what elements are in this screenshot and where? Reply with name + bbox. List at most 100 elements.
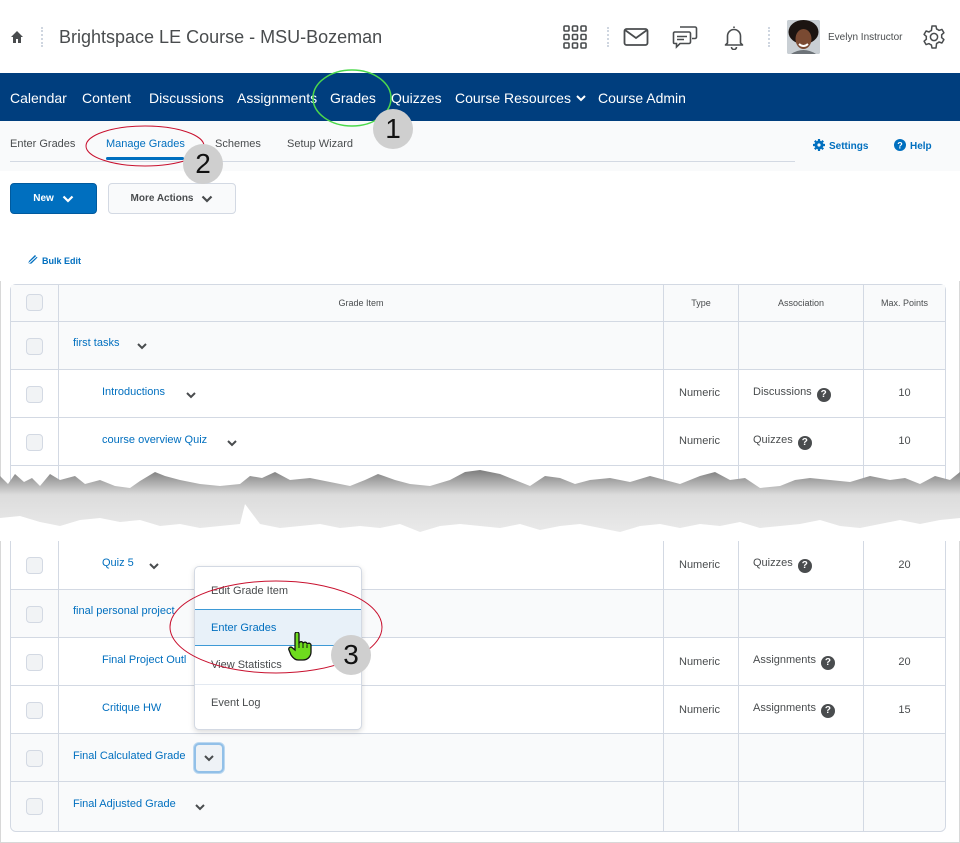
association-label: Quizzes bbox=[753, 434, 793, 446]
grade-item-link[interactable]: Final Calculated Grade bbox=[73, 750, 186, 762]
gear-icon bbox=[813, 139, 825, 151]
row-checkbox[interactable] bbox=[26, 654, 43, 671]
chevron-down-icon[interactable] bbox=[137, 343, 147, 350]
header-separator bbox=[41, 27, 43, 47]
tab-setup-wizard[interactable]: Setup Wizard bbox=[287, 138, 353, 150]
table-row: first tasks bbox=[11, 322, 945, 370]
final-calculated-grade-menu-button[interactable] bbox=[194, 743, 224, 773]
select-all-checkbox[interactable] bbox=[26, 294, 43, 311]
grade-item-link[interactable]: Final Adjusted Grade bbox=[73, 798, 176, 810]
help-icon[interactable]: ? bbox=[797, 559, 812, 573]
tab-schemes[interactable]: Schemes bbox=[215, 138, 261, 150]
help-link[interactable]: ? Help bbox=[894, 139, 932, 152]
help-icon: ? bbox=[894, 139, 906, 151]
bulk-edit-link[interactable]: Bulk Edit bbox=[26, 254, 81, 266]
association-value: Discussions? bbox=[753, 386, 831, 402]
nav-item-discussions[interactable]: Discussions bbox=[149, 90, 224, 106]
help-label: Help bbox=[910, 141, 932, 152]
gear-icon[interactable] bbox=[921, 24, 947, 50]
help-icon[interactable]: ? bbox=[797, 436, 812, 450]
bulk-edit-label: Bulk Edit bbox=[42, 256, 82, 266]
settings-label: Settings bbox=[829, 141, 869, 152]
max-points-value: 20 bbox=[898, 559, 911, 571]
table-row: Critique HW Numeric Assignments? 15 bbox=[11, 686, 945, 734]
row-checkbox[interactable] bbox=[26, 702, 43, 719]
max-points-value: 15 bbox=[898, 704, 911, 716]
menu-item-edit-grade-item[interactable]: Edit Grade Item bbox=[195, 573, 361, 610]
grade-item-link[interactable]: Quiz 5 bbox=[102, 557, 134, 569]
bell-icon[interactable] bbox=[721, 24, 747, 50]
column-header: Max. Points bbox=[864, 285, 945, 322]
column-header-max-points: Max. Points bbox=[880, 298, 929, 308]
help-icon[interactable]: ? bbox=[816, 388, 831, 402]
nav-item-grades[interactable]: Grades bbox=[330, 90, 376, 106]
settings-link[interactable]: Settings bbox=[813, 139, 868, 152]
association-value: Quizzes? bbox=[753, 434, 812, 450]
nav-item-calendar[interactable]: Calendar bbox=[10, 90, 67, 106]
row-checkbox[interactable] bbox=[26, 338, 43, 355]
mail-icon[interactable] bbox=[623, 24, 649, 50]
active-tab-indicator bbox=[106, 157, 184, 160]
row-checkbox[interactable] bbox=[26, 750, 43, 767]
max-points-value: 10 bbox=[898, 435, 911, 447]
row-checkbox[interactable] bbox=[26, 798, 43, 815]
table-row: Quiz 5 Numeric Quizzes? 20 bbox=[11, 541, 945, 590]
grade-item-link[interactable]: first tasks bbox=[73, 337, 119, 349]
grade-item-link[interactable]: course overview Quiz bbox=[102, 434, 207, 446]
grades-subnav: Enter Grades Manage Grades Schemes Setup… bbox=[0, 121, 960, 171]
chevron-down-icon[interactable] bbox=[227, 440, 237, 447]
association-value: Assignments? bbox=[753, 702, 835, 718]
chevron-down-icon bbox=[204, 755, 214, 762]
help-icon[interactable]: ? bbox=[820, 656, 835, 670]
menu-item-label: Edit Grade Item bbox=[211, 585, 289, 597]
nav-item-content[interactable]: Content bbox=[82, 90, 131, 106]
column-header: Association bbox=[739, 285, 864, 322]
association-label: Quizzes bbox=[753, 557, 793, 569]
nav-item-assignments[interactable]: Assignments bbox=[237, 90, 317, 106]
row-checkbox[interactable] bbox=[26, 606, 43, 623]
association-label: Assignments bbox=[753, 654, 816, 666]
toolbar: New More Actions Bulk Edit bbox=[0, 171, 960, 281]
column-header[interactable]: Grade Item bbox=[59, 285, 664, 322]
grade-item-link[interactable]: Critique HW bbox=[102, 702, 161, 714]
nav-item-quizzes[interactable]: Quizzes bbox=[391, 90, 442, 106]
chevron-down-icon[interactable] bbox=[149, 563, 159, 570]
help-icon[interactable]: ? bbox=[820, 704, 835, 718]
column-header: Type bbox=[664, 285, 739, 322]
user-name[interactable]: Evelyn Instructor bbox=[828, 32, 902, 43]
more-actions-label: More Actions bbox=[130, 193, 194, 204]
subnav-divider bbox=[10, 161, 795, 162]
association-value: Assignments? bbox=[753, 654, 835, 670]
column-header-association: Association bbox=[777, 298, 825, 308]
grade-item-link[interactable]: Final Project Outl bbox=[102, 654, 186, 666]
nav-item-course-resources[interactable]: Course Resources bbox=[455, 90, 586, 106]
table-row: Final Calculated Grade bbox=[11, 734, 945, 782]
new-button[interactable]: New bbox=[10, 183, 97, 214]
row-checkbox[interactable] bbox=[26, 434, 43, 451]
nav-item-course-admin[interactable]: Course Admin bbox=[598, 90, 686, 106]
header: Brightspace LE Course - MSU-Bozeman Evel… bbox=[0, 0, 960, 73]
pencil-icon bbox=[26, 254, 39, 266]
nav-item-label: Course Resources bbox=[455, 90, 571, 106]
avatar[interactable] bbox=[787, 20, 820, 54]
row-checkbox[interactable] bbox=[26, 557, 43, 574]
apps-grid-icon[interactable] bbox=[562, 24, 588, 50]
type-value: Numeric bbox=[679, 704, 720, 716]
step-badge-3: 3 bbox=[331, 635, 371, 675]
menu-item-event-log[interactable]: Event Log bbox=[195, 685, 361, 722]
more-actions-button[interactable]: More Actions bbox=[108, 183, 236, 214]
chevron-down-icon[interactable] bbox=[186, 392, 196, 399]
grade-item-link[interactable]: final personal project bbox=[73, 605, 175, 617]
column-header-type: Type bbox=[691, 298, 711, 308]
grade-item-link[interactable]: Introductions bbox=[102, 386, 165, 398]
chat-icon[interactable] bbox=[672, 24, 698, 50]
home-icon[interactable] bbox=[10, 30, 24, 44]
type-value: Numeric bbox=[679, 435, 720, 447]
association-label: Assignments bbox=[753, 702, 816, 714]
tab-enter-grades[interactable]: Enter Grades bbox=[10, 138, 75, 150]
row-checkbox[interactable] bbox=[26, 386, 43, 403]
course-title[interactable]: Brightspace LE Course - MSU-Bozeman bbox=[59, 27, 382, 48]
chevron-down-icon[interactable] bbox=[195, 804, 205, 811]
type-value: Numeric bbox=[679, 656, 720, 668]
tab-manage-grades[interactable]: Manage Grades bbox=[106, 138, 185, 150]
